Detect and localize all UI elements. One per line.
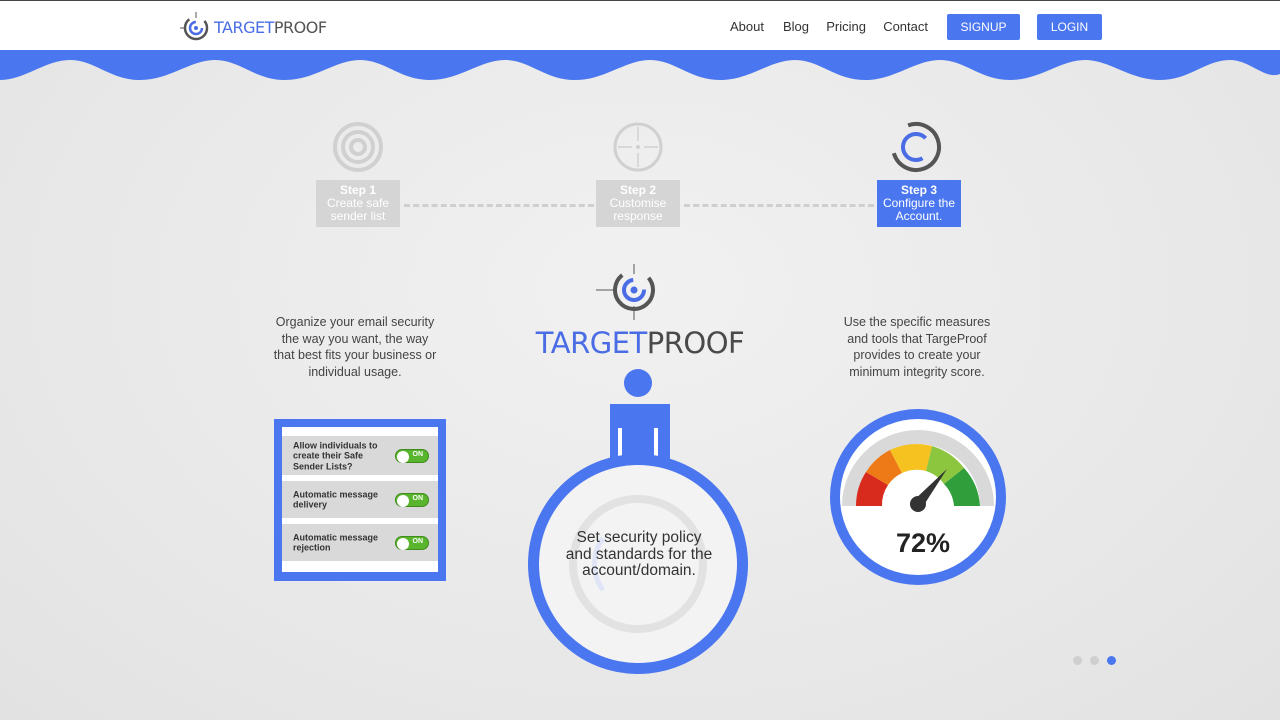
integrity-gauge-icon	[830, 409, 1006, 585]
carousel-dot-1[interactable]	[1073, 656, 1082, 665]
carousel-dot-3[interactable]	[1107, 656, 1116, 665]
carousel-dot-2[interactable]	[1090, 656, 1099, 665]
integrity-score: 72%	[895, 528, 951, 558]
